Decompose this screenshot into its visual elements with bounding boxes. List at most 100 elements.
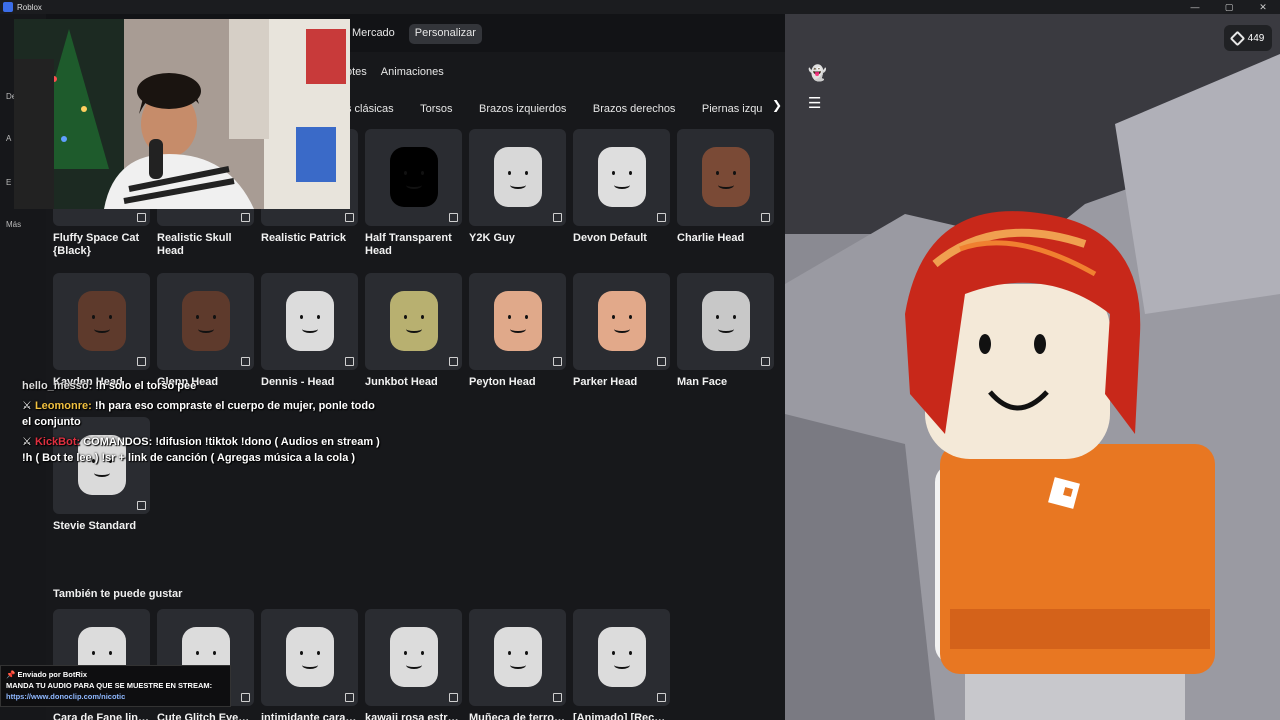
item-name: Cara de Fane linda [53, 712, 150, 720]
minimize-button[interactable]: — [1178, 0, 1212, 14]
item-card[interactable]: [Animado] [Recolor [573, 609, 670, 720]
select-checkbox-icon[interactable] [761, 357, 770, 366]
item-thumbnail[interactable] [469, 273, 566, 370]
item-card[interactable]: Muñeca de terror h [469, 609, 566, 720]
stream-chat: hello_messo: !h solo el torso pee ⚔ Leom… [22, 378, 382, 470]
face-feature [628, 315, 632, 319]
item-name: Half Transparent Head [365, 232, 452, 257]
select-checkbox-icon[interactable] [449, 357, 458, 366]
notification-sender: Enviado por [17, 670, 61, 679]
face-feature [93, 469, 110, 477]
item-card[interactable]: intimidante cara de [261, 609, 358, 720]
face-feature [507, 171, 511, 175]
item-name: Devon Default [573, 232, 647, 244]
face-feature [507, 651, 511, 655]
select-checkbox-icon[interactable] [657, 357, 666, 366]
select-checkbox-icon[interactable] [137, 357, 146, 366]
select-checkbox-icon[interactable] [553, 693, 562, 702]
face-feature [403, 315, 407, 319]
item-thumbnail[interactable] [573, 609, 670, 706]
head-preview-icon [493, 291, 542, 351]
item-card[interactable]: Man Face [677, 273, 774, 417]
category-classic[interactable]: s clásicas [346, 103, 394, 115]
tab-personalizar[interactable]: Personalizar [408, 24, 482, 44]
face-feature [93, 325, 110, 333]
nav-item-avatar[interactable]: A [6, 134, 11, 143]
select-checkbox-icon[interactable] [137, 213, 146, 222]
select-checkbox-icon[interactable] [241, 213, 250, 222]
face-feature [524, 651, 528, 655]
window-title: Roblox [17, 2, 42, 12]
select-checkbox-icon[interactable] [345, 213, 354, 222]
settings-sliders-icon[interactable]: ☰ [808, 94, 821, 112]
item-thumbnail[interactable] [157, 273, 254, 370]
avatar-head-icon[interactable]: 👻 [808, 64, 827, 82]
item-thumbnail[interactable] [261, 273, 358, 370]
item-thumbnail[interactable] [261, 609, 358, 706]
item-card[interactable]: Charlie Head [677, 129, 774, 273]
select-checkbox-icon[interactable] [241, 357, 250, 366]
item-thumbnail[interactable] [573, 129, 670, 226]
select-checkbox-icon[interactable] [553, 213, 562, 222]
item-card[interactable]: Devon Default [573, 129, 670, 273]
close-button[interactable]: ✕ [1246, 0, 1280, 14]
item-name: Parker Head [573, 376, 638, 388]
item-card[interactable]: Half Transparent Head [365, 129, 462, 273]
item-thumbnail[interactable] [365, 609, 462, 706]
item-thumbnail[interactable] [469, 609, 566, 706]
face-feature [301, 661, 318, 669]
face-feature [717, 181, 734, 189]
select-checkbox-icon[interactable] [241, 693, 250, 702]
select-checkbox-icon[interactable] [553, 357, 562, 366]
select-checkbox-icon[interactable] [449, 693, 458, 702]
item-thumbnail[interactable] [365, 129, 462, 226]
nav-item-more[interactable]: Más [6, 220, 21, 229]
item-card[interactable]: Peyton Head [469, 273, 566, 417]
notification-link[interactable]: https://www.donoclip.com/nicotic [6, 691, 225, 702]
select-checkbox-icon[interactable] [761, 213, 770, 222]
item-thumbnail[interactable] [469, 129, 566, 226]
face-feature [732, 171, 736, 175]
tab-mercado[interactable]: Mercado [346, 24, 401, 44]
notification-header: 📌 Enviado por BotRix [6, 669, 225, 680]
category-left-arms[interactable]: Brazos izquierdos [479, 103, 566, 115]
maximize-button[interactable]: ▢ [1212, 0, 1246, 14]
chevron-right-icon[interactable]: ❯ [772, 98, 782, 112]
item-card[interactable]: Parker Head [573, 273, 670, 417]
item-name: kawaii rosa estrella [365, 712, 462, 720]
select-checkbox-icon[interactable] [345, 693, 354, 702]
select-checkbox-icon[interactable] [345, 357, 354, 366]
category-right-arms[interactable]: Brazos derechos [593, 103, 676, 115]
chat-message: ⚔ Leomonre: !h para eso compraste el cue… [22, 398, 382, 430]
category-torsos[interactable]: Torsos [420, 103, 452, 115]
top-tabs: Mercado Personalizar [346, 24, 482, 44]
face-feature [628, 651, 632, 655]
face-feature [299, 315, 303, 319]
item-name: Muñeca de terror h [469, 712, 566, 720]
category-left-legs[interactable]: Piernas izqu [702, 103, 763, 115]
face-feature [611, 315, 615, 319]
head-preview-icon [285, 627, 334, 687]
robux-balance[interactable]: 449 [1224, 25, 1272, 51]
select-checkbox-icon[interactable] [137, 501, 146, 510]
item-card[interactable]: Y2K Guy [469, 129, 566, 273]
avatar-viewport[interactable]: 👻 ☰ 449 [785, 14, 1280, 720]
nav-item-events[interactable]: E [6, 178, 11, 187]
notification-bot: BotRix [62, 670, 88, 679]
item-thumbnail[interactable] [677, 273, 774, 370]
face-feature [301, 325, 318, 333]
select-checkbox-icon[interactable] [657, 693, 666, 702]
face-feature [507, 315, 511, 319]
item-card[interactable]: kawaii rosa estrella [365, 609, 462, 720]
select-checkbox-icon[interactable] [449, 213, 458, 222]
item-thumbnail[interactable] [573, 273, 670, 370]
head-preview-icon [77, 291, 126, 351]
face-feature [613, 661, 630, 669]
subtab-animaciones[interactable]: Animaciones [381, 66, 444, 78]
item-thumbnail[interactable] [365, 273, 462, 370]
face-feature [509, 325, 526, 333]
item-thumbnail[interactable] [53, 273, 150, 370]
select-checkbox-icon[interactable] [657, 213, 666, 222]
item-thumbnail[interactable] [677, 129, 774, 226]
item-name: Cute Glitch Eyes [R [157, 712, 254, 720]
